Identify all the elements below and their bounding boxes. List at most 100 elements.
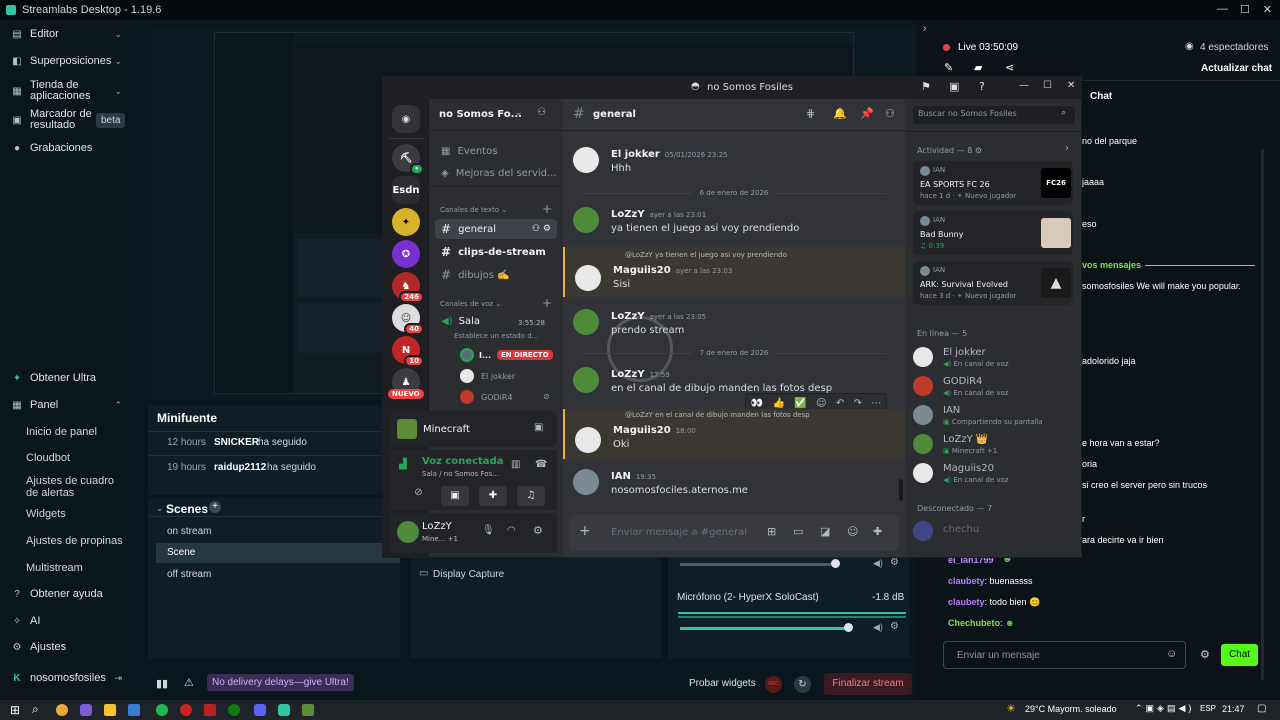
ultra-banner[interactable]: No delivery delays—give Ultra! — [207, 674, 354, 691]
add-scene-icon[interactable]: + — [209, 501, 221, 513]
threads-icon[interactable]: ⋕ — [806, 107, 815, 120]
add-channel-icon[interactable]: + — [542, 202, 552, 216]
avatar[interactable] — [575, 265, 601, 291]
panel-alertbox[interactable]: Ajustes de cuadro de alertas — [26, 475, 121, 499]
stats-icon[interactable]: ▮▮ — [156, 677, 168, 690]
text-category[interactable]: Canales de texto ⌄ — [440, 206, 507, 214]
mic-volume-knob[interactable] — [844, 623, 853, 632]
panel-widgets[interactable]: Widgets — [26, 508, 66, 520]
avatar[interactable] — [573, 367, 599, 393]
server-icon[interactable]: N 10 — [392, 336, 424, 367]
voice-category[interactable]: Canales de voz ⌄ — [440, 300, 501, 308]
close-icon[interactable]: ✕ — [1263, 3, 1272, 16]
store-icon[interactable] — [128, 704, 140, 716]
streamlabs-icon[interactable] — [278, 704, 290, 716]
invite-icon[interactable]: ⚇ — [537, 107, 546, 118]
minecraft-icon[interactable] — [302, 704, 314, 716]
feed-user[interactable]: SNICKER — [214, 437, 259, 448]
voice-user[interactable]: El jokker — [481, 372, 515, 381]
sidebar-item-scoreboard[interactable]: ▣ Marcador de resultado beta — [0, 109, 133, 131]
sticker-icon[interactable]: ◪ — [820, 525, 830, 538]
pin-icon[interactable]: 📌 — [860, 107, 874, 120]
member-item[interactable]: El jokker ◀) En canal de voz — [913, 345, 1073, 373]
member-item[interactable]: LoZzY 👑 ▣ Minecraft +1 — [913, 432, 1073, 460]
member-item[interactable]: IAN ▣ Compartiendo su pantalla — [913, 403, 1073, 431]
server-icon[interactable]: ✪ — [392, 240, 420, 268]
voice-user[interactable]: GODiR4 — [481, 393, 513, 402]
channel-general[interactable]: # general ⚇ ⚙ — [435, 219, 557, 239]
disconnect-icon[interactable]: ☎ — [535, 459, 547, 470]
scrollbar[interactable] — [899, 479, 903, 501]
sidebar-item-store[interactable]: ▦ Tienda de aplicaciones ⌄ — [0, 80, 122, 102]
clock[interactable]: 21:47 — [1222, 704, 1245, 714]
sidebar-user[interactable]: Knosomosfosiles ⇥ — [0, 672, 133, 684]
panel-multistream[interactable]: Multistream — [26, 562, 83, 574]
close-icon[interactable]: ✕ — [1067, 80, 1075, 91]
members-icon[interactable]: ⚇ — [885, 107, 895, 120]
gear-icon[interactable]: ⚙ — [890, 557, 899, 568]
help-icon[interactable]: ? — [979, 80, 985, 93]
volume-slider[interactable] — [680, 563, 838, 566]
server-icon[interactable]: ⛏ • — [392, 144, 424, 175]
minimize-icon[interactable]: — — [1019, 80, 1029, 91]
reply-preview[interactable]: @LoZzY ya tienen el juego asi voy prendi… — [625, 251, 787, 259]
windows-start-icon[interactable]: ⊞ — [10, 703, 20, 717]
voice-user[interactable]: I... — [479, 351, 491, 360]
sidebar-item-help[interactable]: ? Obtener ayuda — [0, 588, 133, 600]
reply-preview[interactable]: @LoZzY en el canal de dibujo manden las … — [625, 411, 810, 419]
chat-input[interactable]: Enviar un mensaje ☺ — [943, 641, 1186, 669]
screen-share-button[interactable]: ▣ — [441, 486, 469, 506]
noise-icon[interactable]: ▥ — [511, 459, 520, 470]
xbox-icon[interactable] — [228, 704, 240, 716]
end-stream-button[interactable]: Finalizar stream — [824, 673, 912, 695]
eyes-icon[interactable]: 👀 — [751, 398, 763, 409]
emoji-icon[interactable]: ☺ — [816, 398, 826, 409]
replay-icon[interactable]: ↻ — [794, 676, 811, 693]
gear-icon[interactable]: ⚙ — [533, 524, 543, 537]
server-icon[interactable]: ♞ 246 — [392, 272, 424, 303]
voice-location[interactable]: Sala / no Somos Fos... — [422, 470, 499, 478]
message-author[interactable]: Maguiis20 18:00 — [613, 425, 696, 436]
sidebar-item-settings[interactable]: ⚙ Ajustes — [0, 641, 133, 653]
avatar[interactable] — [573, 309, 599, 335]
forward-icon[interactable]: ↷ — [854, 398, 862, 409]
feed-user[interactable]: raidup2112 — [214, 462, 266, 473]
volume-knob[interactable] — [831, 559, 840, 568]
boosts-item[interactable]: ◈ Mejoras del servid... — [435, 163, 557, 183]
more-icon[interactable]: ⋯ — [871, 398, 881, 409]
member-item[interactable]: GODiR4 ◀) En canal de voz — [913, 374, 1073, 402]
notification-icon[interactable]: ▢ — [1257, 703, 1266, 714]
discord-icon[interactable] — [254, 704, 266, 716]
activity-card[interactable]: IAN ARK: Survival Evolved hace 3 d · ✦ N… — [913, 261, 1073, 305]
search-icon[interactable]: ⌕ — [32, 702, 39, 717]
maximize-icon[interactable]: ☐ — [1240, 3, 1250, 16]
panel-tips[interactable]: Ajustes de propinas — [26, 535, 123, 547]
member-item[interactable]: chechu — [913, 519, 1073, 547]
search-icon[interactable]: ⌕ — [1061, 108, 1066, 118]
camera-off-icon[interactable]: ⊘ — [406, 487, 431, 505]
folder-icon[interactable] — [104, 704, 116, 716]
server-icon[interactable]: ☺ 40 — [392, 304, 424, 335]
spotify-icon[interactable] — [156, 704, 168, 716]
app-icon[interactable] — [80, 704, 92, 716]
chevron-right-icon[interactable]: › — [1065, 143, 1069, 154]
gear-icon[interactable]: ⚇ ⚙ — [532, 224, 551, 234]
chevron-right-icon[interactable]: › — [923, 23, 926, 34]
voice-channel-sala[interactable]: ◀) Sala — [441, 316, 480, 327]
mic-volume-slider[interactable] — [680, 627, 848, 630]
chrome-icon[interactable] — [56, 704, 68, 716]
source-item[interactable]: Display Capture — [433, 569, 504, 580]
panel-cloudbot[interactable]: Cloudbot — [26, 452, 70, 464]
activity-card[interactable]: IAN EA SPORTS FC 26 hace 1 d · ✦ Nuevo j… — [913, 161, 1073, 205]
avatar[interactable] — [573, 147, 599, 173]
minimize-icon[interactable]: — — [1217, 3, 1228, 15]
headphones-icon[interactable]: ◠ — [507, 525, 516, 536]
screen-icon[interactable]: ▣ — [949, 80, 959, 93]
message-author[interactable]: IAN 19:35 — [611, 471, 656, 482]
scrollbar[interactable] — [1261, 150, 1264, 680]
avatar[interactable] — [575, 427, 601, 453]
inbox-icon[interactable]: ⚑ — [921, 80, 931, 93]
maximize-icon[interactable]: ☐ — [1043, 80, 1052, 91]
gear-icon[interactable]: ⚙ — [1200, 648, 1210, 661]
folder-icon[interactable]: ▰ — [974, 61, 982, 74]
